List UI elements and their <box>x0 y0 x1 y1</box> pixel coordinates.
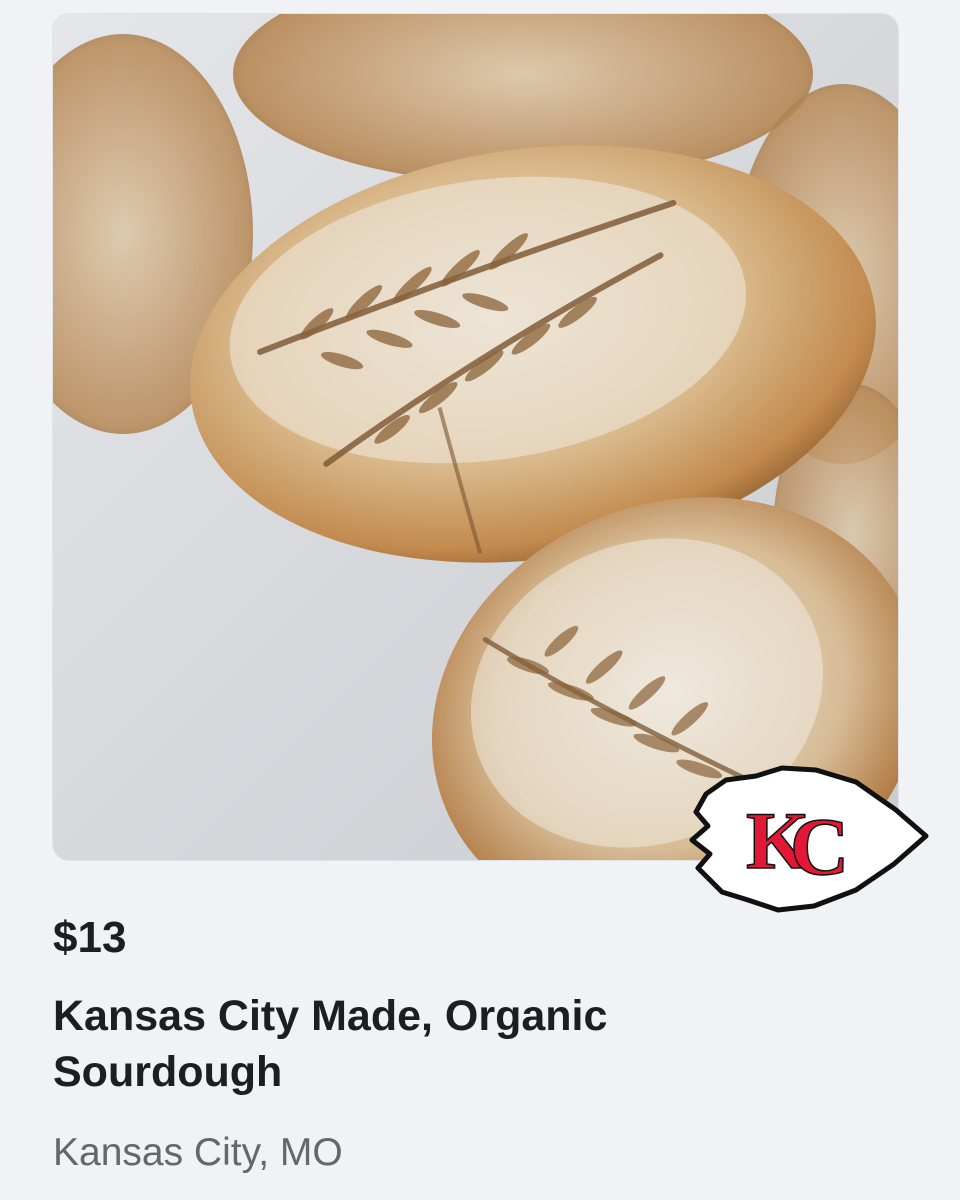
marketplace-listing-card[interactable]: K C $13 Kansas City Made, Organic Sourdo… <box>0 0 960 1200</box>
sourdough-bread-image <box>53 14 898 860</box>
logo-letter-c: C <box>790 801 849 892</box>
listing-price: $13 <box>53 913 127 962</box>
arrowhead-logo-icon: K C <box>689 765 929 913</box>
listing-title[interactable]: Kansas City Made, Organic Sourdough <box>53 988 753 1100</box>
listing-location: Kansas City, MO <box>53 1131 343 1174</box>
listing-photo[interactable] <box>53 14 898 860</box>
